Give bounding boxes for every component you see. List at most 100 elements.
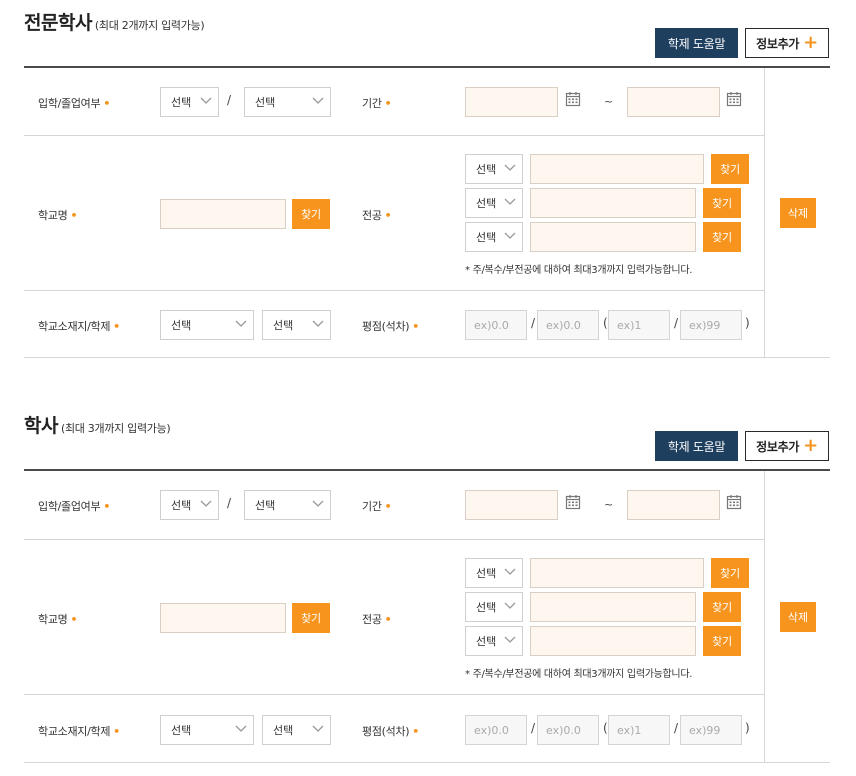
- add-info-button[interactable]: 정보추가 +: [745, 431, 829, 461]
- calendar-icon[interactable]: [565, 494, 581, 510]
- chevron-down-icon: [312, 725, 324, 732]
- chevron-down-icon: [312, 97, 324, 104]
- close-paren: ): [745, 316, 750, 330]
- period-start-input[interactable]: [465, 87, 558, 117]
- calendar-icon[interactable]: [726, 494, 742, 510]
- rank-input[interactable]: ex)1: [608, 715, 670, 745]
- graduation-select[interactable]: 선택: [244, 490, 331, 520]
- major-label: 전공 •: [362, 613, 392, 626]
- period-label: 기간 •: [362, 500, 392, 513]
- period-end-input[interactable]: [627, 87, 720, 117]
- major-find-button[interactable]: 찾기: [703, 188, 741, 218]
- major-type-select[interactable]: 선택: [465, 154, 523, 184]
- delete-button[interactable]: 삭제: [780, 198, 816, 228]
- chevron-down-icon: [504, 568, 516, 575]
- period-end-input[interactable]: [627, 490, 720, 520]
- major-input[interactable]: [530, 154, 704, 184]
- chevron-down-icon: [504, 602, 516, 609]
- gpa-input[interactable]: ex)0.0: [465, 310, 527, 340]
- add-info-label: 정보추가: [756, 439, 800, 454]
- rank-total-input[interactable]: ex)99: [680, 715, 742, 745]
- plus-icon: +: [803, 435, 818, 456]
- gpa-label: 평점(석차) •: [362, 725, 419, 738]
- major-note: * 주/복수/부전공에 대하여 최대3개까지 입력가능합니다.: [465, 669, 693, 680]
- chevron-down-icon: [235, 725, 247, 732]
- row-divider: [24, 290, 764, 291]
- school-name-label: 학교명 •: [38, 613, 78, 626]
- calendar-icon[interactable]: [726, 91, 742, 107]
- admission-label: 입학/졸업여부 •: [38, 500, 111, 513]
- period-start-input[interactable]: [465, 490, 558, 520]
- major-type-select[interactable]: 선택: [465, 222, 523, 252]
- rank-total-input[interactable]: ex)99: [680, 310, 742, 340]
- column-divider: [764, 68, 765, 357]
- location-label: 학교소재지/학제 •: [38, 725, 120, 738]
- school-name-label: 학교명 •: [38, 209, 78, 222]
- education-table: 입학/졸업여부 • 선택 / 선택 기간 • ~ 학교명 • 찾기 전공 • 선택 찾기…: [24, 66, 830, 358]
- chevron-down-icon: [200, 500, 212, 507]
- school-name-input[interactable]: [160, 603, 286, 633]
- major-input[interactable]: [530, 558, 704, 588]
- add-info-label: 정보추가: [756, 36, 800, 51]
- major-find-button[interactable]: 찾기: [703, 626, 741, 656]
- add-info-button[interactable]: 정보추가 +: [745, 28, 829, 58]
- major-type-select[interactable]: 선택: [465, 188, 523, 218]
- admission-select[interactable]: 선택: [160, 490, 219, 520]
- tilde-separator: ~: [604, 498, 614, 511]
- major-input[interactable]: [530, 222, 696, 252]
- section-subtitle: (최대 2개까지 입력가능): [94, 19, 205, 32]
- major-input[interactable]: [530, 626, 696, 656]
- location-select[interactable]: 선택: [160, 310, 254, 340]
- chevron-down-icon: [504, 164, 516, 171]
- major-find-button[interactable]: 찾기: [711, 558, 749, 588]
- admission-select[interactable]: 선택: [160, 87, 219, 117]
- gpa-label: 평점(석차) •: [362, 320, 419, 333]
- school-find-button[interactable]: 찾기: [292, 603, 330, 633]
- chevron-down-icon: [504, 232, 516, 239]
- major-note: * 주/복수/부전공에 대하여 최대3개까지 입력가능합니다.: [465, 265, 693, 276]
- gpa-max-input[interactable]: ex)0.0: [537, 715, 599, 745]
- delete-button[interactable]: 삭제: [780, 602, 816, 632]
- section-title-text: 학사: [24, 415, 58, 437]
- row-divider: [24, 694, 764, 695]
- row-divider: [24, 539, 764, 540]
- major-type-select[interactable]: 선택: [465, 592, 523, 622]
- chevron-down-icon: [504, 198, 516, 205]
- period-label: 기간 •: [362, 97, 392, 110]
- section-title: 학사 (최대 3개까지 입력가능): [24, 411, 171, 438]
- help-button[interactable]: 학제 도움말: [655, 431, 738, 461]
- chevron-down-icon: [504, 636, 516, 643]
- major-find-button[interactable]: 찾기: [703, 592, 741, 622]
- school-system-select[interactable]: 선택: [262, 310, 331, 340]
- slash-separator: /: [531, 721, 536, 735]
- help-button[interactable]: 학제 도움말: [655, 28, 738, 58]
- major-input[interactable]: [530, 592, 696, 622]
- admission-label: 입학/졸업여부 •: [38, 97, 111, 110]
- section-title-text: 전문학사: [24, 12, 92, 34]
- education-table: 입학/졸업여부 • 선택 / 선택 기간 • ~ 학교명 • 찾기 전공 • 선택 찾기…: [24, 469, 830, 763]
- open-paren: (: [603, 316, 608, 330]
- section-title: 전문학사 (최대 2개까지 입력가능): [24, 8, 205, 35]
- gpa-max-input[interactable]: ex)0.0: [537, 310, 599, 340]
- section-bachelor-degree: 학사 (최대 3개까지 입력가능) 학제 도움말 정보추가 + 입학/졸업여부 • …: [0, 403, 856, 776]
- location-select[interactable]: 선택: [160, 715, 254, 745]
- tilde-separator: ~: [604, 95, 614, 108]
- row-divider: [24, 135, 764, 136]
- major-type-select[interactable]: 선택: [465, 558, 523, 588]
- school-find-button[interactable]: 찾기: [292, 199, 330, 229]
- graduation-select[interactable]: 선택: [244, 87, 331, 117]
- open-paren: (: [603, 721, 608, 735]
- calendar-icon[interactable]: [565, 91, 581, 107]
- major-find-button[interactable]: 찾기: [703, 222, 741, 252]
- school-system-select[interactable]: 선택: [262, 715, 331, 745]
- section-subtitle: (최대 3개까지 입력가능): [60, 422, 171, 435]
- rank-input[interactable]: ex)1: [608, 310, 670, 340]
- major-input[interactable]: [530, 188, 696, 218]
- major-find-button[interactable]: 찾기: [711, 154, 749, 184]
- major-type-select[interactable]: 선택: [465, 626, 523, 656]
- gpa-input[interactable]: ex)0.0: [465, 715, 527, 745]
- slash-separator: /: [227, 496, 232, 510]
- section-associate-degree: 전문학사 (최대 2개까지 입력가능) 학제 도움말 정보추가 + 입학/졸업여부…: [0, 0, 856, 370]
- school-name-input[interactable]: [160, 199, 286, 229]
- chevron-down-icon: [200, 97, 212, 104]
